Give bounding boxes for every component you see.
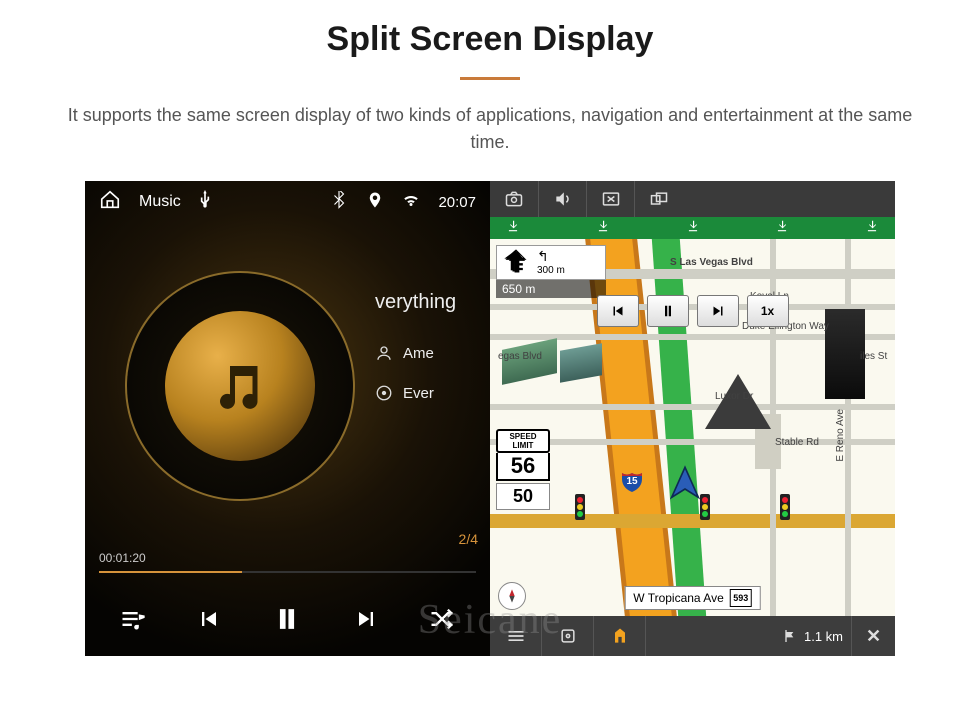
traffic-light-icon [575,494,585,520]
prev-button[interactable] [597,295,639,327]
next-button[interactable] [697,295,739,327]
home-icon[interactable] [99,189,121,216]
music-note-icon [165,311,315,461]
distance-value: 1.1 km [804,629,843,644]
nav-bottom-bar: 1.1 km ✕ [490,616,895,656]
shuffle-button[interactable] [428,605,456,638]
building-tower [825,309,865,399]
artist-icon [375,344,393,362]
current-street-name: W Tropicana Ave [633,591,724,605]
download-bar [490,217,895,239]
download-icon [596,219,610,238]
usb-icon [199,190,211,215]
wifi-icon [402,191,420,214]
download-icon [686,219,700,238]
transport-overlay: 1x [597,295,789,327]
music-controls [85,598,490,644]
route-distance: 1.1 km [774,628,851,644]
current-speed: 50 [496,483,550,510]
interstate-shield-icon: 15 [620,469,644,493]
download-icon [775,219,789,238]
flag-icon [782,628,798,644]
turn-small-dist: 300 m [537,265,565,277]
download-icon [865,219,879,238]
pause-button[interactable] [270,602,304,641]
time-row: 00:01:20 [99,551,476,565]
volume-button[interactable] [538,181,586,217]
music-app-label: Music [139,193,181,211]
street-label: egas Blvd [498,351,542,362]
system-bar [490,181,895,217]
street-label: S Las Vegas Blvd [670,257,753,268]
track-index: 2/4 [459,531,478,547]
alt-route-button[interactable] [594,616,646,656]
artist-name: Ame [403,345,434,362]
turn-left-icon [502,247,530,275]
album-icon [375,384,393,402]
status-time: 20:07 [438,194,476,211]
title-underline [460,77,520,80]
map[interactable]: S Las Vegas Blvd Koval Ln Duke Ellington… [490,239,895,616]
traffic-light-icon [780,494,790,520]
split-view-button[interactable] [634,181,682,217]
nav-app-pane: S Las Vegas Blvd Koval Ln Duke Ellington… [490,181,895,656]
album-name: Ever [403,385,434,402]
download-icon [506,219,520,238]
street-label: E Reno Ave [835,409,846,462]
speed-limit-value: 56 [496,453,550,481]
bluetooth-icon [330,191,348,214]
compass-button[interactable] [498,582,526,610]
interstate-number: 15 [620,469,644,493]
street-label: Luxor Dr [715,391,753,402]
elapsed-time: 00:01:20 [99,551,146,565]
page-desc: It supports the same screen display of t… [50,102,930,156]
speed-limit-label: SPEED LIMIT [496,429,550,453]
turn-big-dist: 650 m [496,280,606,298]
building-block [560,343,602,382]
page-title: Split Screen Display [0,20,980,59]
menu-button[interactable] [490,616,542,656]
location-icon [366,191,384,214]
pause-button[interactable] [647,295,689,327]
screenshot-button[interactable] [490,181,538,217]
close-app-button[interactable] [586,181,634,217]
next-track-button[interactable] [352,605,380,638]
album-art-disc [125,271,355,501]
track-info: verything Ame Ever [375,291,482,424]
progress-bar[interactable] [99,571,476,573]
music-status-bar: Music 20:07 [85,181,490,223]
device-screenshot: Seicane Music 20:07 [85,181,895,656]
route-shield: 593 [730,589,752,607]
close-icon: ✕ [866,626,881,647]
current-position-icon [665,464,705,509]
current-street: W Tropicana Ave 593 [624,586,761,610]
speed-button[interactable]: 1x [747,295,789,327]
music-app-pane: Music 20:07 verything [85,181,490,656]
playlist-button[interactable] [119,605,147,638]
turn-panel: ↰ 300 m 650 m [496,245,606,298]
layers-button[interactable] [542,616,594,656]
prev-track-button[interactable] [195,605,223,638]
close-nav-button[interactable]: ✕ [851,616,895,656]
speed-box: SPEED LIMIT 56 50 [496,429,550,510]
song-title: verything [375,291,482,314]
turn-arrow-icon: ↰ [537,248,565,265]
street-label: Stable Rd [775,437,819,448]
street-label: iles St [860,351,887,362]
